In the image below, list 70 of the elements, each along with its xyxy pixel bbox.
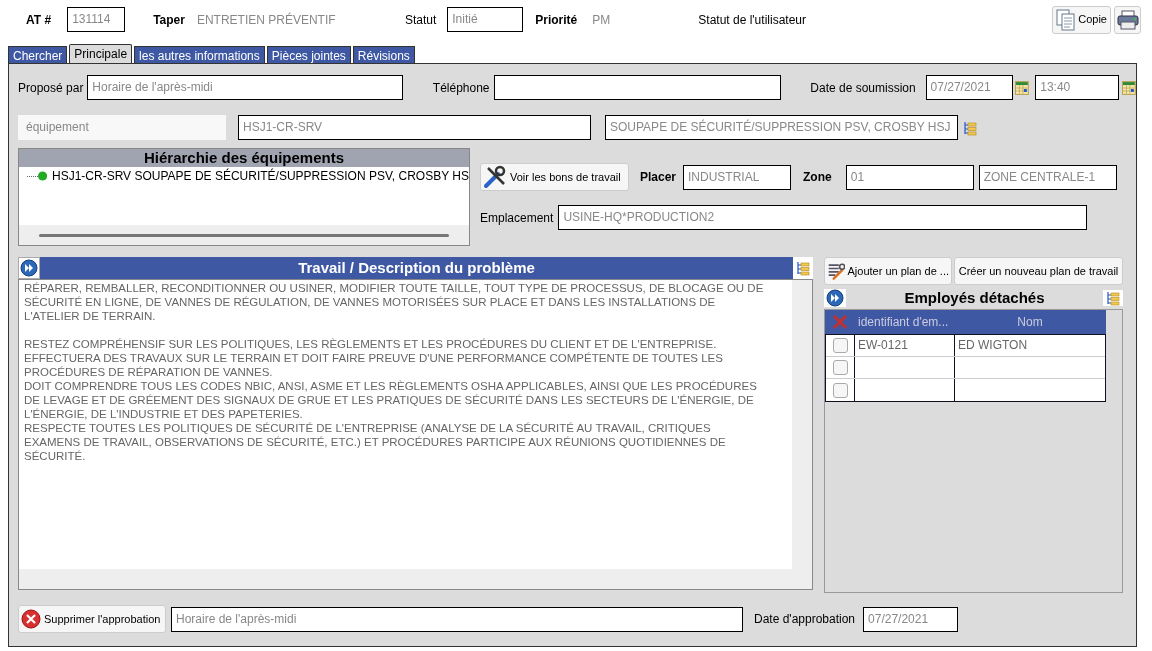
proposed-by-label: Proposé par [18, 79, 84, 97]
zone-label: Zone [803, 169, 832, 186]
priority-value: PM [592, 11, 612, 29]
location-field[interactable]: USINE-HQ*PRODUCTION2 [558, 205, 1088, 230]
tab[interactable]: Révisions [352, 46, 415, 63]
row-checkbox[interactable] [832, 382, 848, 398]
description-title: Travail / Description du problème [40, 257, 793, 279]
table-cell: EW-0121 [858, 338, 908, 352]
printer-icon [1116, 9, 1139, 30]
equipment-field[interactable]: équipement [18, 115, 226, 140]
approval-field[interactable]: Horaire de l'après-midi [171, 606, 743, 632]
horizontal-scrollbar[interactable] [19, 225, 469, 245]
create-plan-button[interactable]: Créer un nouveau plan de travail [954, 257, 1123, 285]
table-cell: ED WIGTON [958, 338, 1028, 352]
description-area[interactable] [18, 279, 813, 590]
user-status-label: Statut de l'utilisateur [698, 11, 806, 29]
documents-icon [1056, 8, 1077, 31]
priority-label: Priorité [535, 11, 578, 29]
horizontal-scrollbar[interactable] [19, 569, 812, 589]
row-checkbox[interactable] [832, 360, 848, 375]
description-paragraph: RESTEZ COMPRÉHENSIF SUR LES POLITIQUES, LES RÈGLEMENTS ET LES PROCÉDURES DU CLIENT ET DE L'ENTREPRISE. [24, 337, 718, 351]
approval-date-field[interactable]: 07/27/2021 [863, 606, 959, 632]
description-paragraph: DOIT COMPRENDRE TOUS LES CODES NBIC, ANSI, ASME ET LES RÈGLEMENTS OSHA APPLICABLES, AINSI QUE LES PROCÉDURES DE LEVAGE ET DE GRÉEMENT DES SIGNAUX DE GRUE ET LES PRATIQUES DE SÉCURITÉ DANS LES SECTEURS DE L'ÉNERGIE, DE L'ÉNERGIE, DE L'INDUSTRIE ET DES PAPETERIES. [24, 379, 758, 421]
at-label: AT # [26, 11, 52, 29]
time-field[interactable]: 13:40 [1035, 75, 1120, 100]
zone-name-field[interactable]: ZONE CENTRALE-1 [978, 164, 1117, 190]
view-work-orders-button[interactable]: Voir les bons de travail [480, 163, 629, 191]
date-field[interactable]: 07/27/2021 [925, 75, 1013, 100]
delete-icon [21, 609, 41, 629]
at-number-field[interactable]: 131114 [67, 7, 126, 32]
remove-approval-button[interactable]: Supprimer l'approbation [18, 605, 166, 633]
zone-code-field[interactable]: 01 [845, 164, 974, 190]
phone-label: Téléphone [432, 79, 490, 97]
employees-title: Employés détachés [903, 287, 1046, 308]
print-button[interactable] [1114, 5, 1141, 34]
equipment-description-field[interactable]: SOUPAPE DE SÉCURITÉ/SUPPRESSION PSV, CROSBY HSJ [605, 115, 958, 140]
tools-icon [483, 165, 507, 189]
copy-button[interactable]: Copie [1052, 5, 1111, 34]
tab[interactable]: les autres informations [134, 46, 265, 63]
calendar-icon[interactable] [1122, 80, 1136, 95]
column-header[interactable]: Nom [954, 313, 1106, 331]
place-field[interactable]: INDUSTRIAL [683, 164, 792, 190]
tree-list-icon[interactable] [795, 260, 811, 276]
description-paragraph: EFFECTUERA DES TRAVAUX SUR LE TERRAIN ET DOIT FAIRE PREUVE D'UNE PERFORMANCE COMPÉTENTE DE TOUTES LES PROCÉDURES DE RÉPARATION DE VANNES. [24, 351, 724, 379]
fast-forward-icon[interactable] [826, 289, 844, 307]
fast-forward-icon[interactable] [20, 259, 38, 277]
tab[interactable]: Pièces jointes [266, 46, 351, 63]
equipment-code-field[interactable]: HSJ1-CR-SRV [238, 115, 591, 140]
proposed-by-field[interactable]: Horaire de l'après-midi [87, 75, 404, 100]
vertical-scrollbar[interactable] [792, 280, 812, 569]
tree-list-icon[interactable] [1105, 290, 1121, 306]
place-label: Placer [640, 169, 677, 186]
description-paragraph: RÉPARER, REMBALLER, RECONDITIONNER OU USINER, MODIFIER TOUTE TAILLE, TOUT TYPE DE PROCESSUS, DE BLOCAGE OU DE SÉCURITÉ EN LIGNE, DE VANNES DE RÉGULATION, DE VANNES MOTORISÉES SUR PLACE ET DANS LES INSTALLATIONS DE L'ATELIER DE TERRAIN. [24, 281, 765, 323]
status-label: Statut [404, 11, 437, 29]
status-field[interactable]: Initié [447, 7, 524, 32]
tree-list-icon[interactable] [962, 119, 978, 136]
phone-field[interactable] [494, 75, 781, 100]
row-checkbox[interactable] [832, 338, 848, 353]
approval-date-label: Date d'approbation [754, 611, 856, 628]
submission-date-label: Date de soumission [810, 79, 916, 97]
add-plan-button[interactable]: Ajouter un plan de ... [824, 257, 952, 285]
type-label: Taper [153, 11, 185, 29]
type-value: ENTRETIEN PRÉVENTIF [196, 11, 337, 29]
column-header[interactable]: identifiant d'em... [854, 313, 954, 331]
hierarchy-title: Hiérarchie des équipements [19, 149, 469, 167]
tab[interactable]: Principale [69, 44, 133, 63]
calendar-icon[interactable] [1015, 80, 1030, 95]
location-label: Emplacement [480, 209, 554, 227]
description-paragraph: RESPECTE TOUTES LES POLITIQUES DE SÉCURITÉ DE L'ENTREPRISE (ANALYSE DE LA SÉCURITÉ AU TRAVAIL, CRITIQUES EXAMENS DE TRAVAIL, OBSERVATIONS DE SÉCURITÉ, ETC.) ET PROCÉDURES PARTICIPE AUX RÉUNIONS QUOTIDIENNES DE SÉCURITÉ. [24, 421, 727, 463]
tab[interactable]: Chercher [8, 46, 68, 63]
